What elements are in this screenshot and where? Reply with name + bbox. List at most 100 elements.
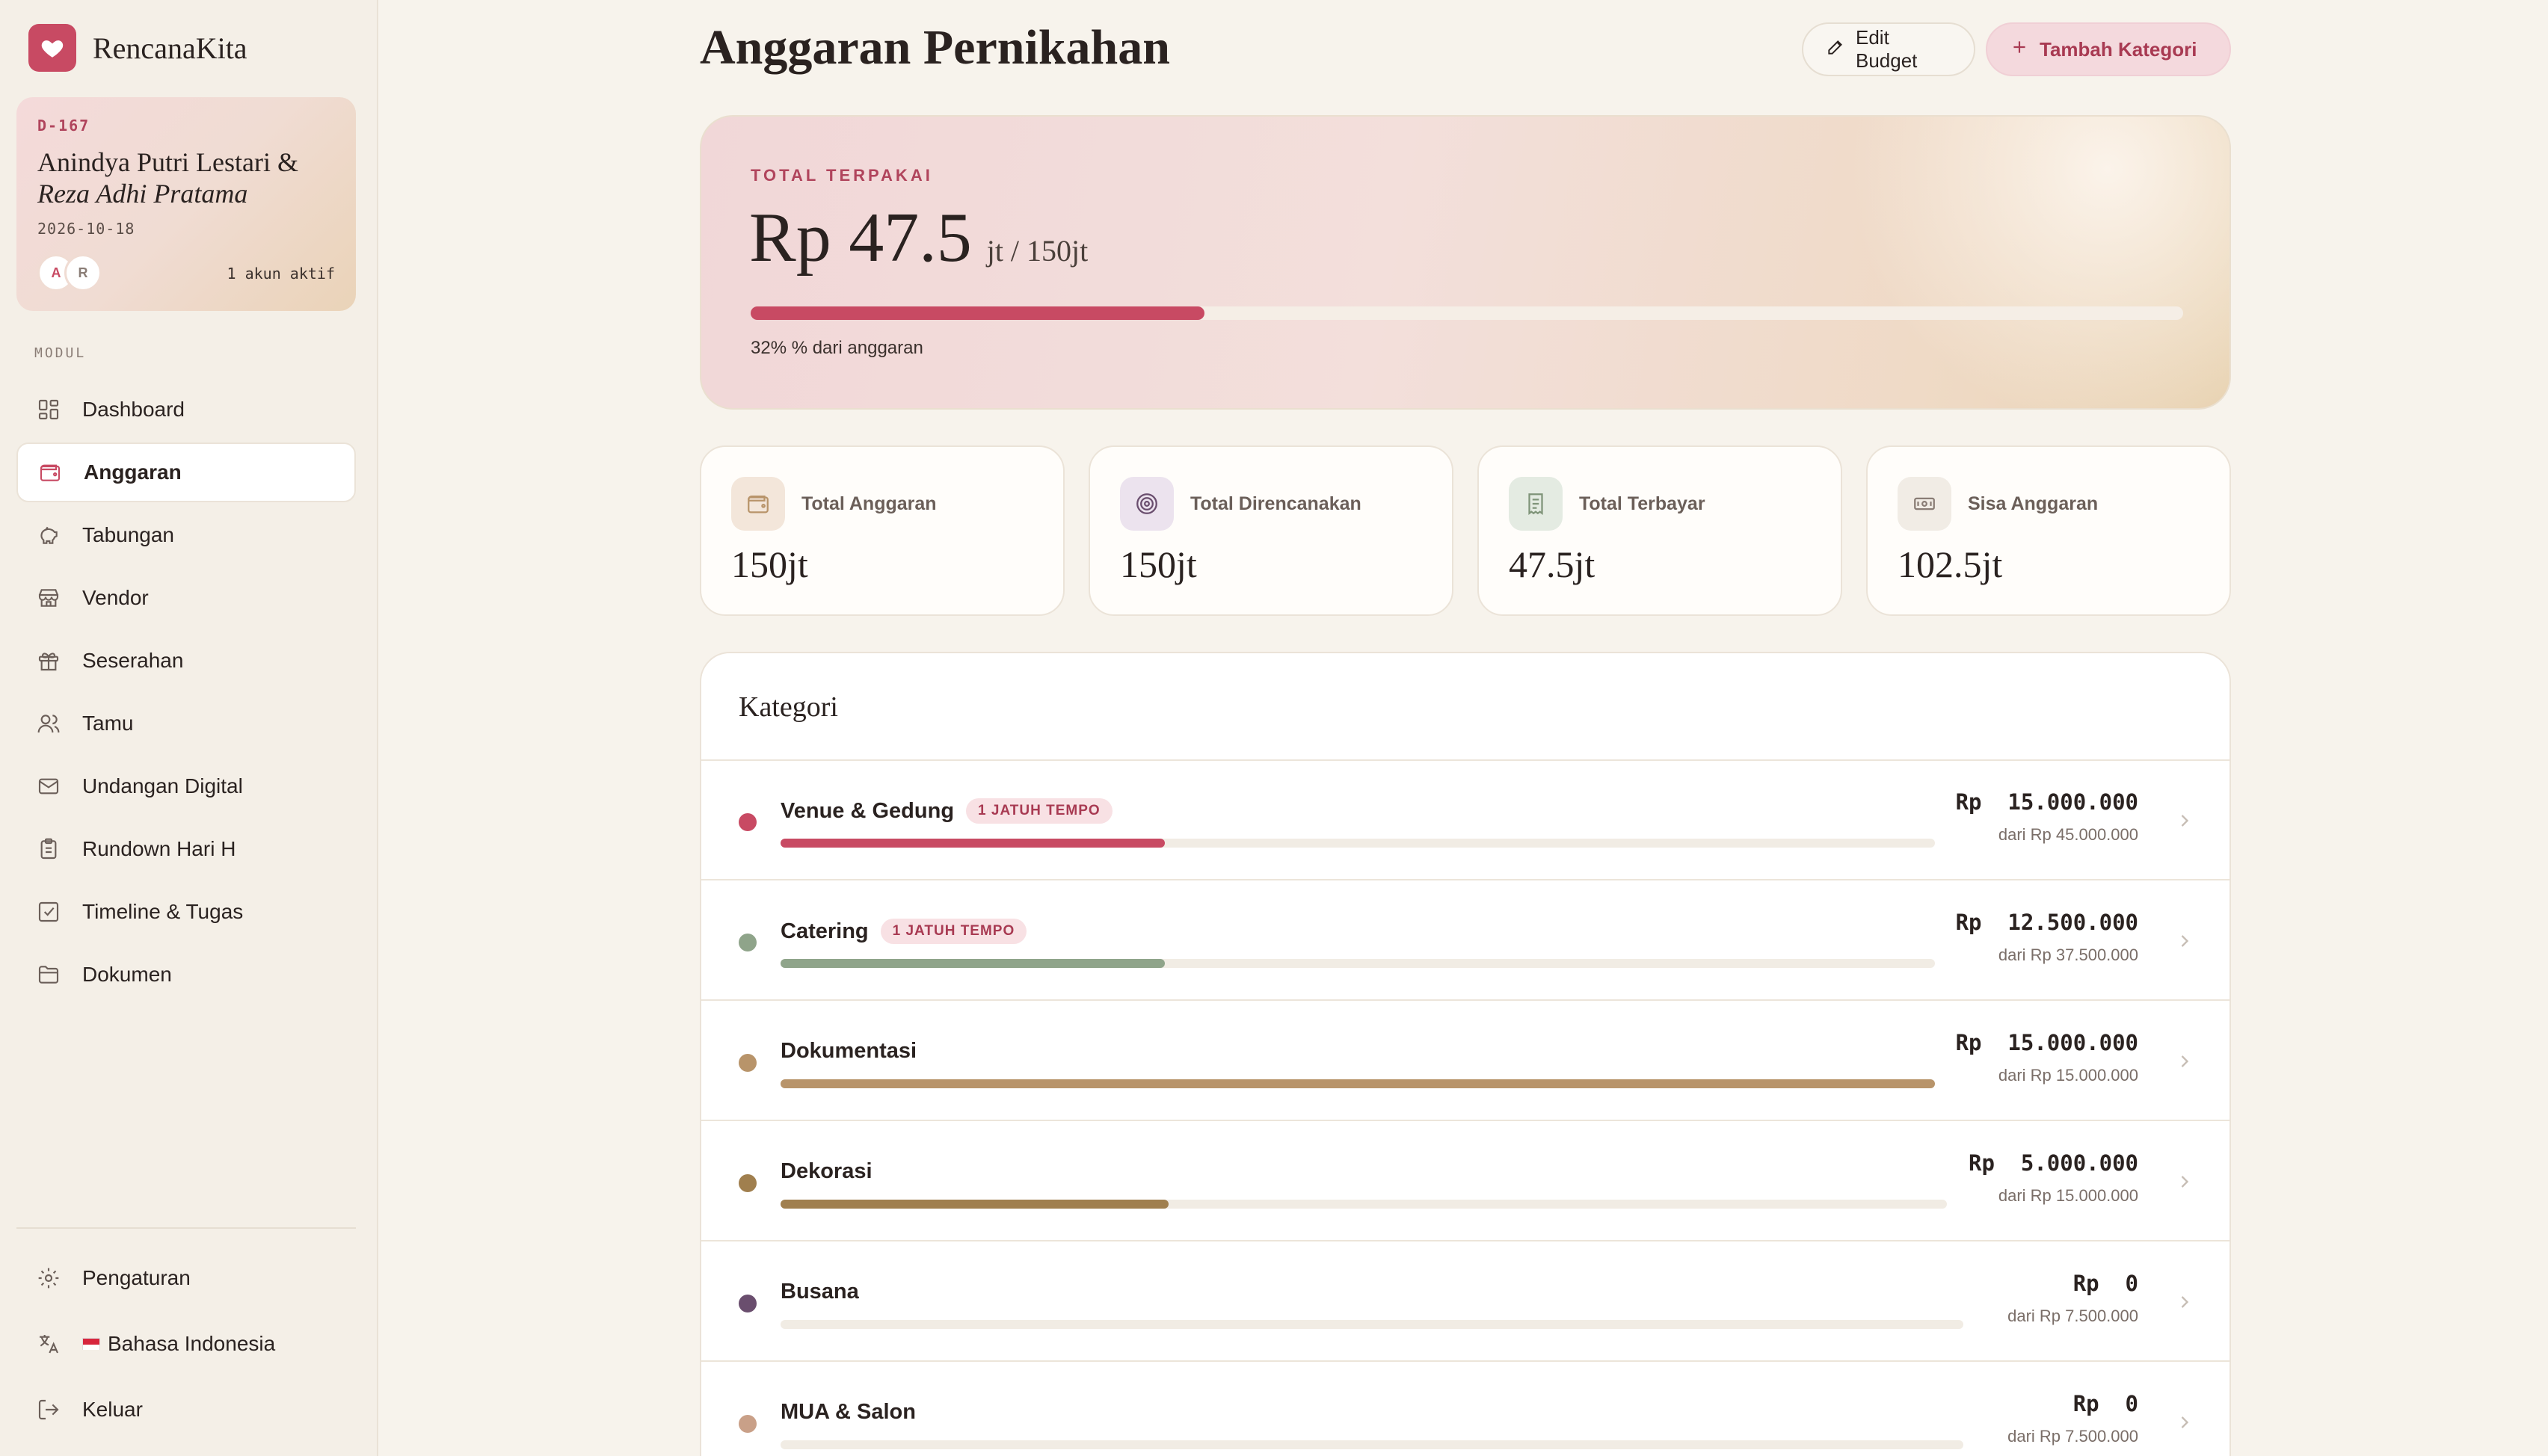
category-budget-amount: dari Rp 37.500.000 xyxy=(1998,946,2138,964)
category-row-catering[interactable]: Catering 1 JATUH TEMPO Rp 12.500.000 dar… xyxy=(701,881,2230,1001)
category-name-text: Venue & Gedung xyxy=(781,798,955,823)
sidebar-item-rundown[interactable]: Rundown Hari H xyxy=(16,819,356,879)
section-label: MODUL xyxy=(34,345,87,361)
category-budget-amount: dari Rp 7.500.000 xyxy=(2007,1427,2138,1446)
sidebar-item-label: Tabungan xyxy=(82,523,175,546)
category-color-dot xyxy=(739,1054,757,1072)
status-badge: 1 JATUH TEMPO xyxy=(966,798,1113,824)
target-icon xyxy=(1120,477,1174,531)
category-name-text: Busana xyxy=(781,1280,859,1304)
total-spent-value: Rp 47.5 xyxy=(749,199,972,277)
active-accounts-text: 1 akun aktif xyxy=(227,265,336,283)
sidebar-item-label: Undangan Digital xyxy=(82,774,243,798)
sidebar-item-tamu[interactable]: Tamu xyxy=(16,694,356,753)
stat-value: 47.5jt xyxy=(1509,543,1595,585)
chevron-right-icon xyxy=(2174,810,2195,835)
category-row-dokumentasi[interactable]: Dokumentasi Rp 15.000.000 dari Rp 15.000… xyxy=(701,1002,2230,1121)
sidebar-item-label: Timeline & Tugas xyxy=(82,900,244,923)
category-name-text: MUA & Salon xyxy=(781,1400,916,1424)
category-color-dot xyxy=(739,1295,757,1312)
sidebar-item-label: Dashboard xyxy=(82,398,185,421)
category-budget-amount: dari Rp 45.000.000 xyxy=(1998,825,2138,844)
indonesia-flag-icon xyxy=(82,1338,100,1350)
sidebar-item-label: Tamu xyxy=(82,712,134,735)
edit-budget-button[interactable]: Edit Budget xyxy=(1802,22,1975,76)
checkbox-icon xyxy=(36,899,61,925)
category-budget-amount: dari Rp 15.000.000 xyxy=(1998,1186,2138,1205)
category-name: Venue & Gedung 1 JATUH TEMPO xyxy=(781,798,1113,824)
language-selector[interactable]: Bahasa Indonesia xyxy=(16,1312,356,1375)
category-progress-bar xyxy=(781,1320,1963,1329)
couple-card[interactable]: D-167 Anindya Putri Lestari & Reza Adhi … xyxy=(16,97,356,311)
avatar[interactable]: R xyxy=(64,254,102,291)
sidebar-item-dashboard[interactable]: Dashboard xyxy=(16,380,356,439)
stat-label: Sisa Anggaran xyxy=(1968,493,2099,514)
category-name: Dokumentasi xyxy=(781,1039,917,1064)
category-color-dot xyxy=(739,1415,757,1433)
category-progress-fill xyxy=(781,839,1166,848)
category-row-busana[interactable]: Busana Rp 0 dari Rp 7.500.000 xyxy=(701,1242,2230,1362)
category-progress-fill xyxy=(781,1079,1935,1088)
total-spent-progress-fill xyxy=(751,306,1205,320)
category-color-dot xyxy=(739,813,757,831)
stat-value: 102.5jt xyxy=(1898,543,2003,585)
sidebar-item-dokumen[interactable]: Dokumen xyxy=(16,945,356,1005)
stat-card-total-anggaran: Total Anggaran 150jt xyxy=(700,445,1065,616)
stat-card-total-direncanakan: Total Direncanakan 150jt xyxy=(1089,445,1453,616)
categories-title: Kategori xyxy=(739,691,838,723)
chevron-right-icon xyxy=(2174,1412,2195,1437)
settings-link[interactable]: Pengaturan xyxy=(16,1247,356,1310)
sidebar-item-tabungan[interactable]: Tabungan xyxy=(16,505,356,565)
edit-budget-label: Edit Budget xyxy=(1856,26,1918,72)
sidebar-item-label: Dokumen xyxy=(82,963,172,986)
dashboard-icon xyxy=(36,397,61,422)
category-name: Busana xyxy=(781,1280,859,1304)
category-name: Dekorasi xyxy=(781,1159,873,1184)
app-name: RencanaKita xyxy=(93,31,247,65)
sidebar-item-label: Vendor xyxy=(82,586,149,609)
category-name: MUA & Salon xyxy=(781,1400,916,1425)
category-row-mua-salon[interactable]: MUA & Salon Rp 0 dari Rp 7.500.000 xyxy=(701,1363,2230,1456)
chevron-right-icon xyxy=(2174,931,2195,955)
add-category-button[interactable]: Tambah Kategori xyxy=(1986,22,2231,76)
category-budget-amount: dari Rp 15.000.000 xyxy=(1998,1066,2138,1085)
sidebar: RencanaKita D-167 Anindya Putri Lestari … xyxy=(0,0,378,1456)
sidebar-item-vendor[interactable]: Vendor xyxy=(16,568,356,628)
sidebar-bottom-nav: Pengaturan Bahasa Indonesia Keluar xyxy=(16,1247,356,1444)
total-spent-amount: Rp 47.5 jt / 150jt xyxy=(749,197,1088,278)
sidebar-item-seserahan[interactable]: Seserahan xyxy=(16,631,356,691)
pencil-icon xyxy=(1826,37,1856,62)
gift-icon xyxy=(36,648,61,673)
folder-icon xyxy=(36,962,61,987)
piggy-bank-icon xyxy=(36,522,61,548)
sidebar-item-undangan[interactable]: Undangan Digital xyxy=(16,756,356,816)
category-spent-amount: Rp 15.000.000 xyxy=(1955,789,2138,815)
category-spent-amount: Rp 15.000.000 xyxy=(1955,1030,2138,1055)
category-row-venue[interactable]: Venue & Gedung 1 JATUH TEMPO Rp 15.000.0… xyxy=(701,761,2230,880)
category-progress-fill xyxy=(781,959,1166,968)
category-color-dot xyxy=(739,934,757,951)
countdown: D-167 xyxy=(37,117,90,135)
logout-link[interactable]: Keluar xyxy=(16,1378,356,1441)
stat-card-total-terbayar: Total Terbayar 47.5jt xyxy=(1477,445,1842,616)
category-row-dekorasi[interactable]: Dekorasi Rp 5.000.000 dari Rp 15.000.000 xyxy=(701,1122,2230,1241)
stat-card-sisa-anggaran: Sisa Anggaran 102.5jt xyxy=(1866,445,2231,616)
sidebar-nav: Dashboard Anggaran Tabungan Vendor Seser… xyxy=(16,380,356,1008)
category-progress-bar xyxy=(781,1200,1947,1209)
category-spent-amount: Rp 12.500.000 xyxy=(1955,910,2138,935)
chevron-right-icon xyxy=(2174,1051,2195,1076)
clipboard-icon xyxy=(36,836,61,862)
sidebar-item-anggaran[interactable]: Anggaran xyxy=(16,442,356,502)
wedding-date: 2026-10-18 xyxy=(37,220,135,238)
couple-names: Anindya Putri Lestari & Reza Adhi Pratam… xyxy=(37,146,335,209)
wallet-icon xyxy=(37,460,63,485)
category-color-dot xyxy=(739,1174,757,1192)
sidebar-item-label: Rundown Hari H xyxy=(82,837,236,860)
category-name-text: Catering xyxy=(781,919,869,943)
settings-label: Pengaturan xyxy=(82,1266,191,1289)
page-title: Anggaran Pernikahan xyxy=(700,20,1170,75)
chevron-right-icon xyxy=(2174,1171,2195,1196)
sidebar-item-timeline[interactable]: Timeline & Tugas xyxy=(16,882,356,942)
total-spent-percent: 32% % dari anggaran xyxy=(751,338,923,358)
brand[interactable]: RencanaKita xyxy=(28,24,247,72)
